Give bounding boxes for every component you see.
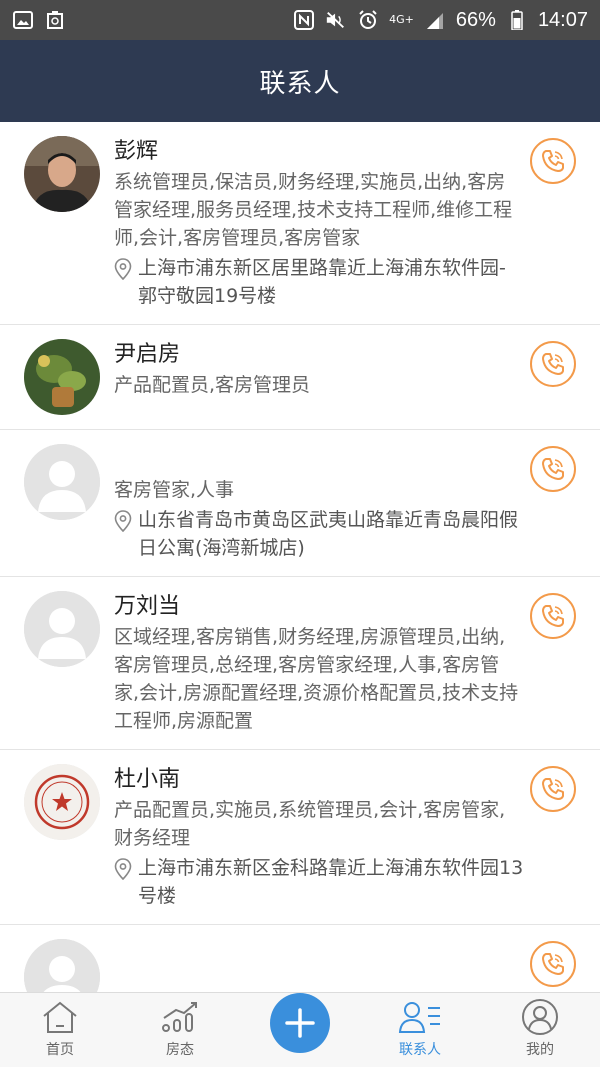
contact-list[interactable]: 彭辉 系统管理员,保洁员,财务经理,实施员,出纳,客房管家经理,服务员经理,技术… — [0, 122, 600, 992]
nfc-icon — [293, 9, 315, 31]
contact-address: 上海市浦东新区金科路靠近上海浦东软件园13号楼 — [114, 854, 524, 910]
network-type: 4G+ — [389, 13, 414, 26]
contact-name — [114, 939, 524, 971]
app-header: 联系人 — [0, 40, 600, 122]
call-button[interactable] — [530, 446, 576, 492]
call-button[interactable] — [530, 341, 576, 387]
phone-icon — [542, 605, 564, 627]
address-text: 山东省青岛市黄岛区武夷山路靠近青岛晨阳假日公寓(海湾新城店) — [138, 509, 519, 559]
phone-icon — [542, 353, 564, 375]
room-status-icon — [160, 998, 200, 1036]
contacts-icon — [398, 998, 442, 1036]
address-text: 上海市浦东新区居里路靠近上海浦东软件园-郭守敬园19号楼 — [138, 257, 506, 307]
contact-name: 万刘当 — [114, 594, 181, 619]
contact-roles: 产品配置员,客房管理员 — [114, 374, 311, 396]
page-title: 联系人 — [259, 68, 341, 99]
phone-icon — [542, 458, 564, 480]
home-icon — [41, 998, 79, 1036]
alarm-icon — [357, 9, 379, 31]
tab-label: 我的 — [526, 1042, 554, 1058]
tab-label: 联系人 — [399, 1042, 441, 1058]
contact-row[interactable]: 客房管家,人事 山东省青岛市黄岛区武夷山路靠近青岛晨阳假日公寓(海湾新城店) — [0, 430, 600, 577]
contact-address: 山东省青岛市黄岛区武夷山路靠近青岛晨阳假日公寓(海湾新城店) — [114, 506, 524, 562]
contact-name: 杜小南 — [114, 767, 181, 792]
tab-home[interactable]: 首页 — [10, 998, 110, 1067]
phone-icon — [542, 778, 564, 800]
plus-icon — [270, 993, 330, 1053]
avatar — [24, 339, 100, 415]
clock: 14:07 — [537, 8, 588, 31]
contact-name: 尹启房 — [114, 342, 181, 367]
contact-address: 上海市浦东新区居里路靠近上海浦东软件园-郭守敬园19号楼 — [114, 254, 524, 310]
tab-label: 首页 — [46, 1042, 74, 1058]
profile-icon — [521, 998, 559, 1036]
contact-row[interactable]: 彭辉 系统管理员,保洁员,财务经理,实施员,出纳,客房管家经理,服务员经理,技术… — [0, 122, 600, 325]
battery-icon — [506, 9, 528, 31]
contact-row[interactable]: 杜小南 产品配置员,实施员,系统管理员,会计,客房管家,财务经理 上海市浦东新区… — [0, 750, 600, 925]
phone-icon — [542, 953, 564, 975]
contact-roles: 区域经理,客房销售,财务经理,房源管理员,出纳,客房管理员,总经理,客房管家经理… — [114, 626, 519, 732]
location-pin-icon — [114, 854, 138, 910]
recycle-notification-icon — [44, 9, 66, 31]
contact-name: 彭辉 — [114, 139, 159, 164]
call-button[interactable] — [530, 593, 576, 639]
avatar — [24, 136, 100, 212]
call-button[interactable] — [530, 766, 576, 812]
bottom-tab-bar: 首页 房态 联系人 我的 — [0, 992, 600, 1067]
default-avatar-icon — [24, 444, 100, 520]
contact-roles: 客房管家,人事 — [114, 479, 235, 501]
contact-row[interactable]: 万刘当 区域经理,客房销售,财务经理,房源管理员,出纳,客房管理员,总经理,客房… — [0, 577, 600, 750]
location-pin-icon — [114, 254, 138, 310]
gallery-notification-icon — [12, 9, 34, 31]
tab-contacts[interactable]: 联系人 — [370, 998, 470, 1067]
phone-icon — [542, 150, 564, 172]
call-button[interactable] — [530, 138, 576, 184]
tab-profile[interactable]: 我的 — [490, 998, 590, 1067]
avatar — [24, 764, 100, 840]
status-bar: 4G+ 66% 14:07 — [0, 0, 600, 40]
contact-row[interactable]: 尹启房 产品配置员,客房管理员 — [0, 325, 600, 430]
contact-row[interactable] — [0, 925, 600, 992]
contact-roles: 系统管理员,保洁员,财务经理,实施员,出纳,客房管家经理,服务员经理,技术支持工… — [114, 171, 513, 249]
tab-label: 房态 — [166, 1042, 194, 1058]
contact-name — [114, 444, 524, 476]
address-text: 上海市浦东新区金科路靠近上海浦东软件园13号楼 — [138, 857, 524, 907]
signal-icon — [424, 9, 446, 31]
default-avatar-icon — [24, 939, 100, 992]
default-avatar-icon — [24, 591, 100, 667]
contact-roles: 产品配置员,实施员,系统管理员,会计,客房管家,财务经理 — [114, 799, 506, 849]
add-button[interactable] — [250, 993, 350, 1067]
battery-percent: 66% — [455, 8, 496, 31]
tab-room-status[interactable]: 房态 — [130, 998, 230, 1067]
mute-icon — [325, 9, 347, 31]
call-button[interactable] — [530, 941, 576, 987]
location-pin-icon — [114, 506, 138, 562]
